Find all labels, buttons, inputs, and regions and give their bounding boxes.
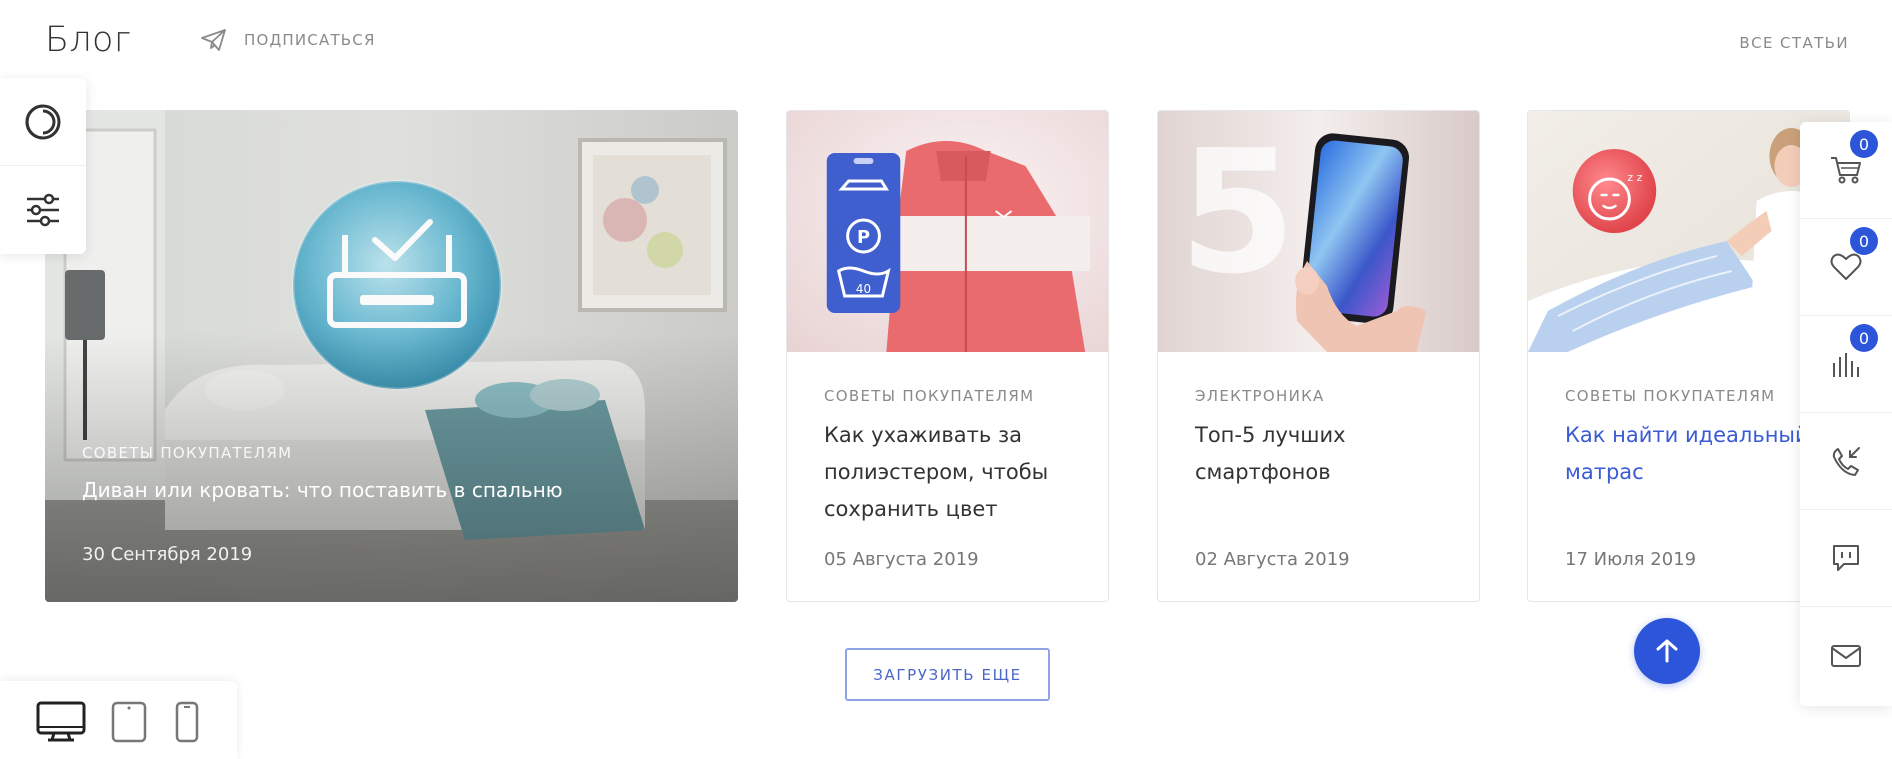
right-tools-panel: 0 0 0 [1800,122,1892,706]
arrow-up-icon [1656,639,1678,663]
callback-phone-icon [1832,447,1860,476]
compare-bars-icon [1833,353,1859,377]
article-category: СОВЕТЫ ПОКУПАТЕЛЯМ [1565,387,1776,405]
article-date: 17 Июля 2019 [1565,549,1697,570]
compare-button[interactable]: 0 [1800,316,1892,413]
article-date: 05 Августа 2019 [824,549,979,570]
article-category: ЭЛЕКТРОНИКА [1195,387,1325,405]
svg-text:z z: z z [1627,171,1642,184]
heart-icon [1830,253,1862,280]
image-text-5: 5 [1179,114,1297,312]
send-icon [201,29,226,51]
featured-article-card[interactable]: СОВЕТЫ ПОКУПАТЕЛЯМ Диван или кровать: чт… [45,110,738,602]
favorites-count-badge: 0 [1850,227,1878,255]
subscribe-label: ПОДПИСАТЬСЯ [244,31,376,49]
device-switcher [0,681,237,759]
mail-button[interactable] [1800,607,1892,704]
compare-count-badge: 0 [1850,324,1878,352]
article-title[interactable]: Как ухаживать за полиэстером, чтобы сохр… [824,417,1084,528]
theme-switch-button[interactable] [0,78,86,166]
settings-filter-button[interactable] [0,166,86,254]
chat-icon [1833,545,1859,571]
page-title: Блог [45,20,132,60]
desktop-icon [36,701,86,742]
theme-icon [25,104,61,139]
scroll-to-top-button[interactable] [1634,618,1700,684]
article-category: СОВЕТЫ ПОКУПАТЕЛЯМ [824,387,1035,405]
article-card[interactable]: P 40 СОВЕТЫ ПОКУПАТЕЛЯМ Как ухаживать за… [786,110,1109,602]
tablet-icon [111,701,147,743]
featured-date: 30 Сентября 2019 [82,544,253,565]
subscribe-button[interactable]: ПОДПИСАТЬСЯ [200,28,376,52]
featured-category: СОВЕТЫ ПОКУПАТЕЛЯМ [82,444,293,462]
left-tools-panel [0,78,86,254]
svg-text:P: P [857,227,870,248]
desktop-view-button[interactable] [36,701,86,743]
mobile-view-button[interactable] [175,701,199,743]
featured-overlay [45,110,738,602]
article-image: 5 [1158,111,1479,352]
article-title[interactable]: Топ-5 лучших смартфонов [1195,417,1455,491]
article-card[interactable]: 5 ЭЛЕКТРОНИКА Топ-5 лучших смартфонов 02… [1157,110,1480,602]
image-text-40: 40 [856,282,871,296]
cart-button[interactable]: 0 [1800,122,1892,219]
article-image: P 40 [787,111,1108,352]
load-more-button[interactable]: ЗАГРУЗИТЬ ЕЩЕ [845,648,1050,701]
featured-title[interactable]: Диван или кровать: что поставить в спаль… [82,478,563,502]
mobile-icon [175,701,199,743]
chat-button[interactable] [1800,510,1892,607]
article-title[interactable]: Как найти идеальный матрас [1565,417,1825,491]
favorites-button[interactable]: 0 [1800,219,1892,316]
callback-button[interactable] [1800,413,1892,510]
cart-count-badge: 0 [1850,130,1878,158]
all-articles-link[interactable]: ВСЕ СТАТЬИ [1739,34,1849,52]
mail-icon [1831,644,1861,667]
cart-icon [1831,157,1861,184]
tablet-view-button[interactable] [111,701,147,743]
filter-sliders-icon [27,193,59,227]
article-date: 02 Августа 2019 [1195,549,1350,570]
